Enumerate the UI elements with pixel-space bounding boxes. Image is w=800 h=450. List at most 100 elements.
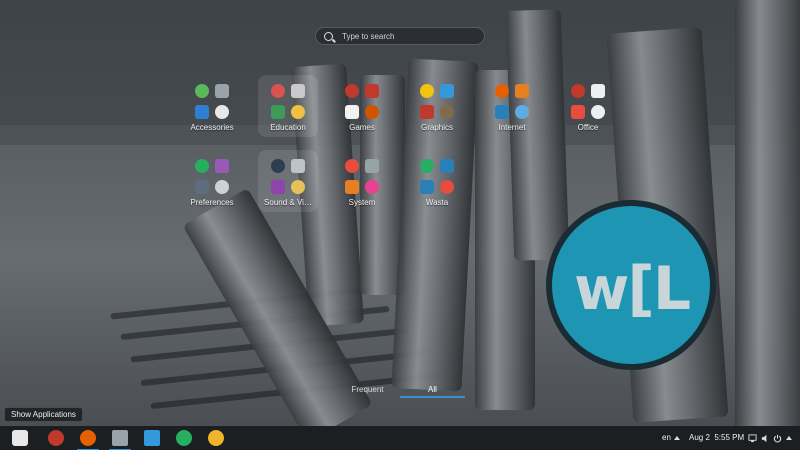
sound-recorder-icon <box>291 180 305 194</box>
writer-icon <box>571 84 585 98</box>
aisleriot-icon <box>345 84 359 98</box>
wasta-icon-3 <box>420 180 434 194</box>
document-scanner-icon <box>420 105 434 119</box>
lifebuoy-icon <box>365 105 379 119</box>
bird-icon <box>515 84 529 98</box>
archive-manager-icon <box>215 84 229 98</box>
shield-icon <box>195 180 209 194</box>
caret-up-icon <box>786 435 792 440</box>
calculator-icon <box>195 84 209 98</box>
all-view-button[interactable]: All <box>400 383 465 398</box>
folder-icon-grid <box>419 83 457 121</box>
inkscape-pen-icon <box>420 84 434 98</box>
folder-icon-grid <box>494 83 532 121</box>
folder-label: Accessories <box>190 123 234 132</box>
folder-icon-grid <box>194 158 232 196</box>
folder-label: Wasta <box>425 198 449 207</box>
gimp-icon <box>440 105 454 119</box>
wasta-icon-4 <box>440 180 454 194</box>
system-menu-caret[interactable] <box>786 426 792 450</box>
dock-item-show-applications[interactable] <box>11 429 29 447</box>
dock-item-power-shutdown[interactable] <box>47 429 65 447</box>
dock-item-wasta-yellow[interactable] <box>207 429 225 447</box>
folder-icon-grid <box>270 158 308 196</box>
theme-icon <box>215 159 229 173</box>
volume-icon[interactable] <box>761 434 770 443</box>
wasta-icon-2 <box>440 159 454 173</box>
system-settings-icon <box>345 159 359 173</box>
app-folder-9[interactable]: System <box>332 150 392 212</box>
wasta-green-icon <box>176 430 192 446</box>
app-folder-2[interactable]: Education <box>258 75 318 137</box>
search-box[interactable] <box>315 27 485 45</box>
time-label: 5:55 PM <box>714 433 745 442</box>
remote-desktop-icon <box>495 105 509 119</box>
gcompris-icon <box>271 105 285 119</box>
dock-item-wasta-green[interactable] <box>175 429 193 447</box>
caret-up-icon <box>673 435 680 440</box>
dock-item-files[interactable] <box>109 429 131 450</box>
folder-label: Games <box>349 123 375 132</box>
dock-item-document[interactable] <box>143 429 161 447</box>
keyboard-layout-indicator[interactable]: en <box>662 426 680 450</box>
network-icon <box>195 159 209 173</box>
app-folder-5[interactable]: Internet <box>482 75 542 137</box>
gear-icon <box>345 180 359 194</box>
files-icon <box>112 430 128 446</box>
disc-burner-icon <box>291 159 305 173</box>
folder-icon-grid <box>344 83 382 121</box>
app-folder-7[interactable]: Preferences <box>182 150 242 212</box>
presentation-icon <box>591 105 605 119</box>
app-folder-3[interactable]: Games <box>332 75 392 137</box>
search-files-icon <box>195 105 209 119</box>
vlc-icon <box>271 159 285 173</box>
wasta-icon-1 <box>420 159 434 173</box>
folder-icon-grid <box>270 83 308 121</box>
app-folder-6[interactable]: Office <box>558 75 618 137</box>
folder-label: System <box>348 198 376 207</box>
debian-icon <box>365 180 379 194</box>
calendar-icon <box>591 84 605 98</box>
show-applications-icon <box>12 430 28 446</box>
notes-icon <box>215 105 229 119</box>
document-viewer-icon <box>571 105 585 119</box>
folder-icon-grid <box>419 158 457 196</box>
shotwell-icon <box>440 84 454 98</box>
mahjongg-icon <box>345 105 359 119</box>
search-input[interactable] <box>342 31 472 41</box>
firefox-icon <box>80 430 96 446</box>
folder-label: Preferences <box>190 198 234 207</box>
folder-label: Internet <box>498 123 526 132</box>
marble-globe-icon <box>271 84 285 98</box>
view-switcher: Frequent All <box>335 383 465 398</box>
clock[interactable]: Aug 2 5:55 PM <box>689 426 744 450</box>
folder-icon-grid <box>344 158 382 196</box>
folder-label: Office <box>577 123 599 132</box>
chat-icon <box>515 105 529 119</box>
power-shutdown-icon <box>48 430 64 446</box>
document-icon <box>144 430 160 446</box>
software-manager-icon <box>365 159 379 173</box>
bible-icon <box>365 84 379 98</box>
keyboard-icon <box>215 180 229 194</box>
app-folder-8[interactable]: Sound & Vi… <box>258 150 318 212</box>
video-editor-icon <box>271 180 285 194</box>
firefox-icon <box>495 84 509 98</box>
folder-label: Sound & Vi… <box>264 198 312 207</box>
lectern-icon <box>291 84 305 98</box>
yellow-book-icon <box>291 105 305 119</box>
folder-label: Graphics <box>420 123 453 132</box>
folder-icon-grid <box>194 83 232 121</box>
date-label: Aug 2 <box>689 433 710 442</box>
power-icon[interactable] <box>773 434 782 443</box>
app-folder-4[interactable]: Graphics <box>407 75 467 137</box>
dock-item-firefox[interactable] <box>77 429 99 450</box>
app-folder-10[interactable]: Wasta <box>407 150 467 212</box>
network-icon[interactable] <box>748 434 757 443</box>
show-applications-tooltip: Show Applications <box>4 407 83 422</box>
app-folder-1[interactable]: Accessories <box>182 75 242 137</box>
wasta-yellow-icon <box>208 430 224 446</box>
frequent-view-button[interactable]: Frequent <box>335 383 400 398</box>
folder-label: Education <box>270 123 306 132</box>
bottom-panel: en Aug 2 5:55 PM <box>0 426 800 450</box>
